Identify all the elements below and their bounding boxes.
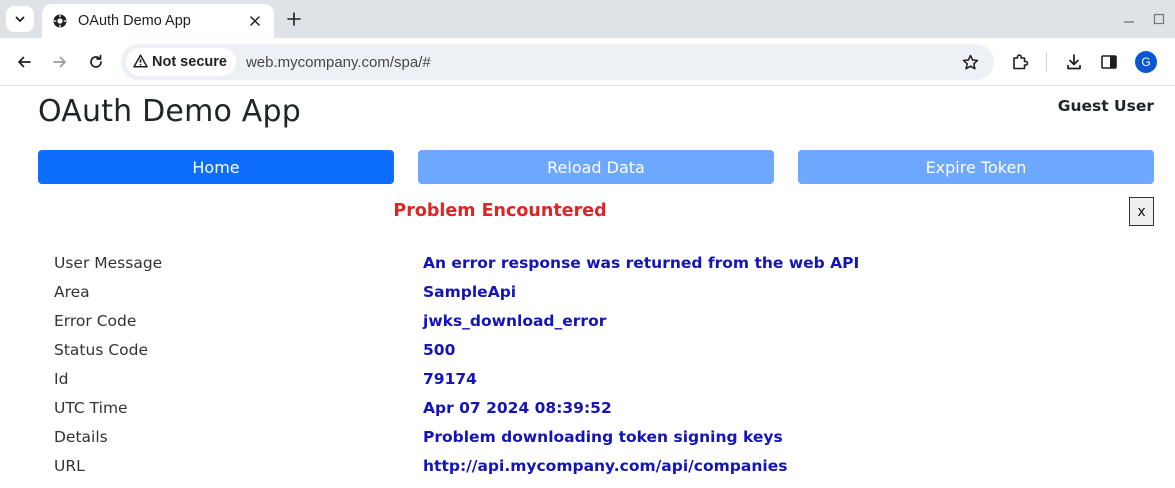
reload-data-button[interactable]: Reload Data: [418, 150, 774, 184]
security-chip[interactable]: Not secure: [126, 48, 236, 76]
browser-tab[interactable]: OAuth Demo App: [42, 4, 274, 38]
error-label: Id: [54, 370, 69, 388]
page-content: OAuth Demo App Guest User Home Reload Da…: [0, 87, 1175, 488]
plus-icon[interactable]: [284, 9, 304, 29]
error-label: URL: [54, 457, 85, 475]
download-icon[interactable]: [1062, 50, 1086, 74]
security-label: Not secure: [152, 54, 227, 70]
toolbar-divider: [1046, 52, 1047, 72]
error-row-url: URL http://api.mycompany.com/api/compani…: [0, 453, 1175, 482]
address-bar[interactable]: Not secure web.mycompany.com/spa/#: [121, 44, 994, 80]
forward-arrow-icon[interactable]: [48, 50, 72, 74]
minimize-icon[interactable]: [1120, 10, 1138, 28]
error-row-details: Details Problem downloading token signin…: [0, 424, 1175, 453]
error-value: Problem downloading token signing keys: [423, 428, 783, 446]
error-value: An error response was returned from the …: [423, 254, 860, 272]
tab-title: OAuth Demo App: [78, 13, 191, 29]
error-value: 500: [423, 341, 456, 359]
oauth-favicon-icon: [52, 13, 68, 29]
error-label: Error Code: [54, 312, 137, 330]
error-row-error-code: Error Code jwks_download_error: [0, 308, 1175, 337]
error-details: User Message An error response was retur…: [0, 250, 1175, 482]
warning-icon: [133, 53, 148, 72]
error-value: http://api.mycompany.com/api/companies: [423, 457, 788, 475]
page-title: OAuth Demo App: [38, 94, 302, 129]
expire-token-button[interactable]: Expire Token: [798, 150, 1154, 184]
error-row-user-message: User Message An error response was retur…: [0, 250, 1175, 279]
error-row-status-code: Status Code 500: [0, 337, 1175, 366]
error-label: Details: [54, 428, 108, 446]
error-value: Apr 07 2024 08:39:52: [423, 399, 612, 417]
error-value: jwks_download_error: [423, 312, 607, 330]
avatar[interactable]: G: [1135, 51, 1157, 73]
side-panel-icon[interactable]: [1097, 50, 1121, 74]
close-icon[interactable]: [246, 12, 264, 30]
error-close-button[interactable]: x: [1129, 197, 1154, 226]
error-label: User Message: [54, 254, 163, 272]
maximize-icon[interactable]: [1150, 10, 1168, 28]
error-heading: Problem Encountered: [393, 201, 607, 221]
error-label: UTC Time: [54, 399, 128, 417]
back-arrow-icon[interactable]: [12, 50, 36, 74]
extensions-icon[interactable]: [1008, 50, 1032, 74]
error-row-area: Area SampleApi: [0, 279, 1175, 308]
home-button[interactable]: Home: [38, 150, 394, 184]
browser-toolbar: Not secure web.mycompany.com/spa/# G: [0, 38, 1175, 86]
reload-icon[interactable]: [84, 50, 108, 74]
error-value: 79174: [423, 370, 477, 388]
error-row-id: Id 79174: [0, 366, 1175, 395]
error-value: SampleApi: [423, 283, 517, 301]
url-text[interactable]: web.mycompany.com/spa/#: [246, 54, 958, 71]
tab-search-icon[interactable]: [6, 6, 34, 32]
error-label: Area: [54, 283, 90, 301]
error-row-utc-time: UTC Time Apr 07 2024 08:39:52: [0, 395, 1175, 424]
browser-tabstrip: OAuth Demo App: [0, 0, 1175, 38]
error-label: Status Code: [54, 341, 148, 359]
user-name: Guest User: [1057, 97, 1154, 115]
star-icon[interactable]: [958, 50, 982, 74]
